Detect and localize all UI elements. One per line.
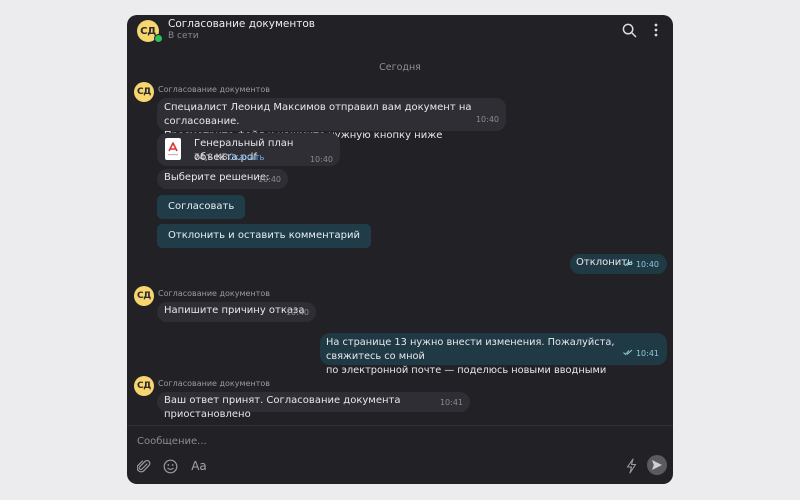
message-time: 10:41 [439, 398, 463, 407]
message-time: 10:41 [635, 349, 659, 358]
outgoing-message-bubble: На странице 13 нужно внести изменения. П… [320, 333, 667, 376]
sender-name: Согласование документов [158, 289, 270, 298]
message-text-line: по электронной почте — поделюсь новыми в… [326, 365, 607, 376]
attach-icon[interactable] [135, 457, 153, 475]
message-bubble: Напишите причину отказа 10:40 [157, 302, 316, 322]
more-options-icon[interactable] [647, 21, 665, 39]
send-button[interactable] [647, 455, 667, 475]
emoji-icon[interactable] [161, 457, 179, 475]
message-time: 10:40 [475, 115, 499, 124]
online-indicator [154, 34, 163, 43]
message-text-line: Специалист Леонид Максимов отправил вам … [164, 102, 472, 127]
message-time: 10:40 [309, 155, 333, 164]
lightning-icon[interactable] [622, 457, 640, 475]
outgoing-message-bubble: Отклонить 10:40 [570, 254, 667, 274]
chat-status: В сети [168, 31, 199, 41]
download-link[interactable]: Скачать [228, 151, 264, 165]
reject-with-comment-button[interactable]: Отклонить и оставить комментарий [157, 224, 371, 248]
message-text: Выберите решение: [164, 172, 270, 183]
date-separator: Сегодня [379, 62, 421, 73]
sender-avatar[interactable]: СД [134, 82, 154, 102]
message-input[interactable] [137, 432, 617, 450]
file-size: 74,8 КБ [194, 153, 228, 163]
text-format-button[interactable]: Aa [188, 457, 210, 475]
pdf-file-icon [165, 138, 181, 160]
sender-avatar[interactable]: СД [134, 286, 154, 306]
read-checkmarks-icon [623, 260, 633, 267]
chat-header: СД Согласование документов В сети [127, 15, 673, 47]
message-text: Напишите причину отказа [164, 305, 305, 316]
chat-title[interactable]: Согласование документов [168, 18, 315, 30]
message-text-line: На странице 13 нужно внести изменения. П… [326, 337, 615, 362]
message-bubble: Выберите решение: 10:40 [157, 169, 288, 189]
sender-name: Согласование документов [158, 379, 270, 388]
approve-button[interactable]: Согласовать [157, 195, 246, 219]
send-icon [652, 460, 662, 470]
read-checkmarks-icon [623, 349, 633, 356]
message-time: 10:40 [257, 175, 281, 184]
message-bubble: Ваш ответ принят. Согласование документа… [157, 392, 470, 420]
message-text: Ваш ответ принят. Согласование документа… [164, 395, 401, 420]
chat-window: СД Согласование документов В сети Сегодн… [127, 15, 673, 484]
search-icon[interactable] [620, 21, 638, 39]
sender-name: Согласование документов [158, 85, 270, 94]
message-composer: Aa [127, 425, 673, 484]
message-bubble: Специалист Леонид Максимов отправил вам … [157, 98, 506, 141]
file-attachment[interactable]: Генеральный план объекта.pdf 74,8 КБ Ска… [157, 133, 340, 166]
sender-avatar[interactable]: СД [134, 376, 154, 396]
message-time: 10:40 [635, 260, 659, 269]
message-time: 10:40 [285, 308, 309, 317]
